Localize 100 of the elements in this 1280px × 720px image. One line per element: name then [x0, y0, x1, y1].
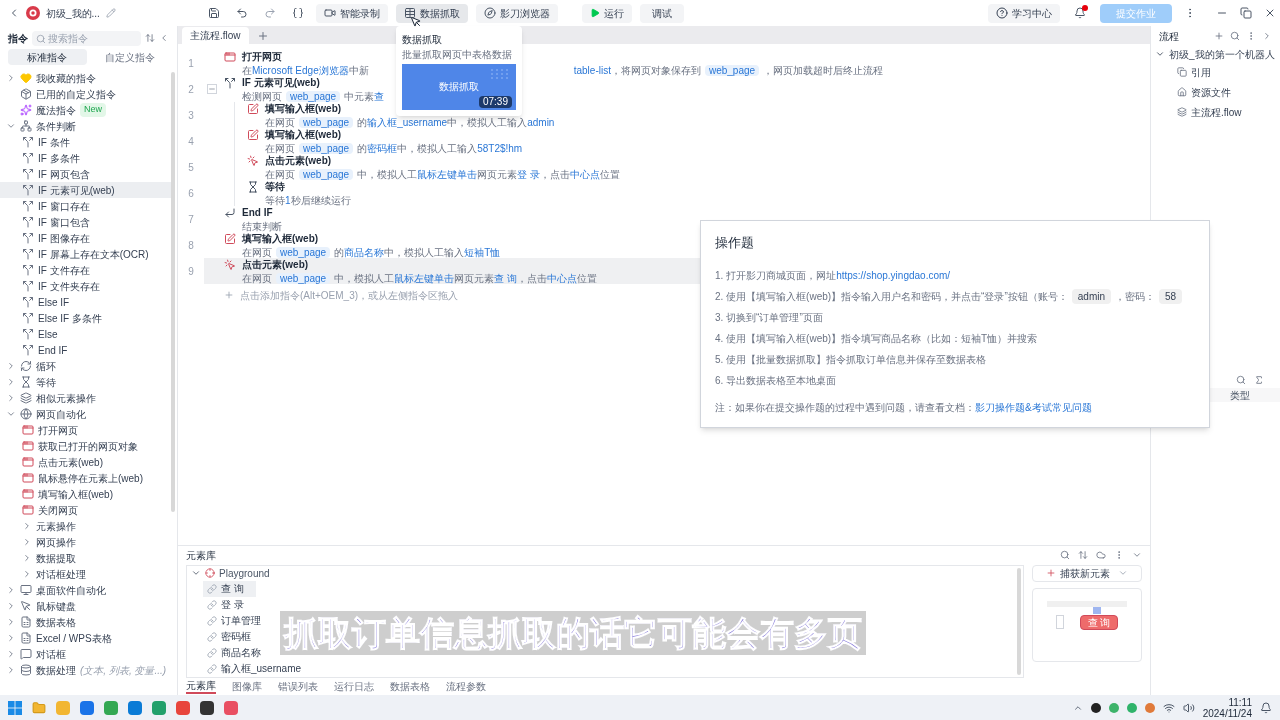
flow-item[interactable]: 引用 — [1151, 62, 1280, 82]
variables-icon[interactable] — [292, 7, 304, 19]
command-item[interactable]: Else IF — [0, 294, 171, 310]
windows-logo-icon[interactable] — [8, 700, 22, 715]
notification-button[interactable] — [1072, 5, 1088, 21]
folder-icon[interactable] — [32, 700, 46, 715]
category-item[interactable]: 鼠标键盘 — [0, 598, 171, 614]
notification-icon[interactable] — [1260, 701, 1272, 714]
branch-icon — [22, 328, 34, 340]
command-item[interactable]: 填写输入框(web) — [0, 486, 171, 502]
step-row[interactable]: 7 End IF 结束判断 — [178, 206, 1150, 232]
search-field[interactable]: 搜索指令 — [32, 30, 141, 46]
category-item[interactable]: 相似元素操作 — [0, 390, 171, 406]
redo-icon[interactable] — [264, 7, 276, 19]
command-item[interactable]: IF 条件 — [0, 134, 171, 150]
step-row[interactable]: 4 填写输入框(web) 在网页 web_page 的密码框中，模拟人工输入58T2$!hm — [178, 128, 1150, 154]
element-item[interactable]: 登 录 — [203, 596, 256, 613]
function-icon[interactable] — [1254, 375, 1264, 385]
category-item[interactable]: 对话框 — [0, 646, 171, 662]
command-item[interactable]: 点击元素(web) — [0, 454, 171, 470]
collapse-icon[interactable] — [1262, 31, 1272, 41]
command-item[interactable]: 打开网页 — [0, 422, 171, 438]
command-item[interactable]: 魔法指令 New — [0, 102, 171, 118]
category-item[interactable]: 循环 — [0, 358, 171, 374]
panel-tab[interactable]: 错误列表 — [278, 678, 318, 695]
debug-button[interactable]: 调试 — [640, 3, 684, 23]
element-item[interactable]: 输入框_username — [203, 660, 314, 677]
toolbar-button[interactable]: 数据抓取 — [396, 3, 468, 23]
flow-root-item[interactable]: 初级_我的第一个机器人 — [1151, 46, 1280, 62]
category-item[interactable]: 网页自动化 — [0, 406, 171, 422]
run-button[interactable]: 运行 — [582, 3, 632, 23]
panel-tab[interactable]: 数据表格 — [390, 678, 430, 695]
category-item[interactable]: 我收藏的指令 — [0, 70, 171, 86]
command-item[interactable]: IF 网页包含 — [0, 166, 171, 182]
sidebar-tab[interactable]: 自定义指令 — [90, 49, 169, 65]
category-item[interactable]: 等待 — [0, 374, 171, 390]
command-item[interactable]: IF 元素可见(web) — [0, 182, 171, 198]
sort-icon[interactable] — [1078, 550, 1088, 561]
command-item[interactable]: Else IF 多条件 — [0, 310, 171, 326]
command-item[interactable]: End IF — [0, 342, 171, 358]
search-icon[interactable] — [1236, 375, 1246, 385]
restore-icon[interactable] — [1240, 7, 1252, 19]
command-item[interactable]: 已用的自定义指令 — [0, 86, 171, 102]
command-item[interactable]: IF 窗口存在 — [0, 198, 171, 214]
category-item[interactable]: 桌面软件自动化 — [0, 582, 171, 598]
add-tab-icon[interactable] — [256, 30, 269, 42]
learning-center-button[interactable]: 学习中心 — [988, 3, 1060, 23]
command-item[interactable]: 鼠标悬停在元素上(web) — [0, 470, 171, 486]
video-thumbnail[interactable]: 数据抓取 07:39 — [402, 63, 516, 110]
sort-icon[interactable] — [145, 33, 155, 43]
sidebar-tab[interactable]: 标准指令 — [8, 49, 87, 65]
command-item[interactable]: 获取已打开的网页对象 — [0, 438, 171, 454]
variable-chip: web_page — [276, 247, 331, 258]
panel-tab[interactable]: 图像库 — [232, 678, 262, 695]
flow-item[interactable]: 主流程.flow — [1151, 102, 1280, 122]
category-item[interactable]: 对话框处理 — [0, 566, 171, 582]
search-icon[interactable] — [1230, 31, 1240, 41]
command-item[interactable]: IF 窗口包含 — [0, 214, 171, 230]
step-row[interactable]: 5 点击元素(web) 在网页 web_page 中，模拟人工鼠标左键单击网页元素登 录，点击中心点位置 — [178, 154, 1150, 180]
category-item[interactable]: 网页操作 — [0, 534, 171, 550]
search-icon[interactable] — [1060, 550, 1070, 561]
edit-icon[interactable] — [105, 8, 116, 18]
command-item[interactable]: IF 文件夹存在 — [0, 278, 171, 294]
command-item[interactable]: IF 图像存在 — [0, 230, 171, 246]
close-icon[interactable] — [1264, 7, 1276, 19]
command-item[interactable]: Else — [0, 326, 171, 342]
element-item[interactable]: 订单管理 — [203, 612, 273, 629]
cloud-icon[interactable] — [1096, 550, 1106, 561]
undo-icon[interactable] — [236, 7, 248, 19]
panel-tab[interactable]: 运行日志 — [334, 678, 374, 695]
step-description: 检测网页 web_page 中元素查 — [242, 90, 385, 103]
category-item[interactable]: 数据提取 — [0, 550, 171, 566]
category-item[interactable]: 条件判断 — [0, 118, 171, 134]
volume-icon[interactable] — [1182, 701, 1195, 714]
command-item[interactable]: IF 多条件 — [0, 150, 171, 166]
step-row[interactable]: 6 等待 等待1秒后继续运行 — [178, 180, 1150, 206]
panel-tab[interactable]: 流程参数 — [446, 678, 486, 695]
toolbar-button[interactable]: 影刀浏览器 — [476, 3, 558, 23]
tree-root-item[interactable]: Playground — [187, 565, 278, 581]
element-item[interactable]: 查 询 — [203, 580, 256, 597]
flow-item[interactable]: 资源文件 — [1151, 82, 1280, 102]
command-item[interactable]: IF 屏幕上存在文本(OCR) — [0, 246, 171, 262]
flow-tab[interactable]: 主流程.flow — [182, 27, 249, 44]
add-icon[interactable] — [1214, 31, 1224, 41]
element-item[interactable]: 密码框 — [203, 628, 263, 645]
element-item[interactable]: 商品名称 — [203, 644, 273, 661]
capture-element-button[interactable]: 捕获新元素 — [1032, 564, 1142, 582]
collapse-icon[interactable] — [159, 33, 169, 43]
toolbar-button[interactable]: 智能录制 — [316, 3, 388, 23]
category-item[interactable]: Excel / WPS表格 — [0, 630, 171, 646]
category-item[interactable]: 元素操作 — [0, 518, 171, 534]
category-item[interactable]: 数据处理 (文本, 列表, 变量...) — [0, 662, 171, 678]
command-item[interactable]: 关闭网页 — [0, 502, 171, 518]
category-item[interactable]: 数据表格 — [0, 614, 171, 630]
wifi-icon[interactable] — [1162, 701, 1175, 714]
save-icon[interactable] — [208, 7, 220, 19]
collapse-button[interactable] — [207, 84, 217, 94]
tray-icon[interactable] — [1090, 702, 1101, 713]
command-item[interactable]: IF 文件存在 — [0, 262, 171, 278]
app-icon[interactable] — [200, 700, 214, 715]
